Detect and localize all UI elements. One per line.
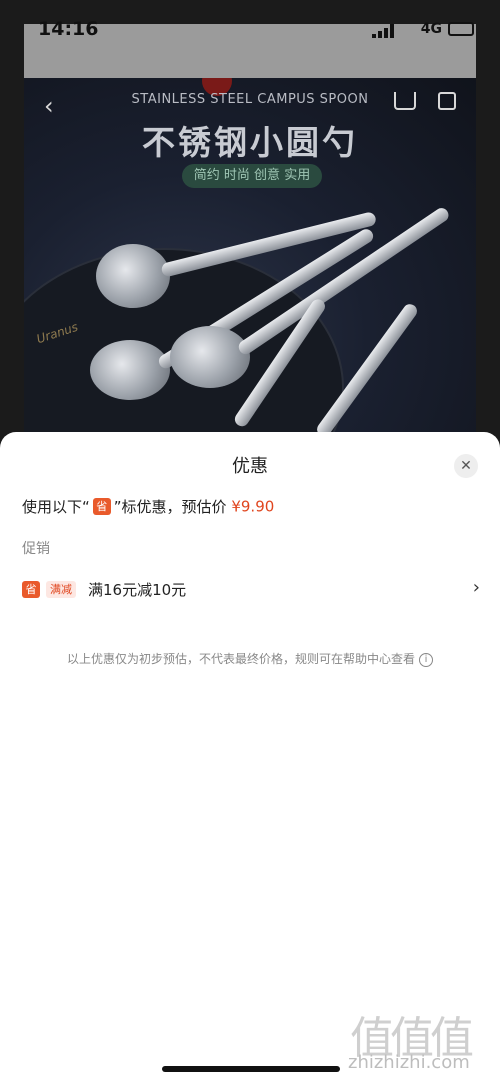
close-button[interactable]: ✕ [454,454,478,478]
back-icon[interactable]: ‹ [44,92,54,120]
promotion-section-label: 促销 [22,541,50,557]
home-indicator[interactable] [162,1066,340,1072]
estimate-prefix: 使用以下“ [22,498,90,516]
promotion-row[interactable]: 省 满减 满16元减10元 › [22,576,480,604]
disclaimer-text: 以上优惠仅为初步预估，不代表最终价格，规则可在帮助中心查看 [66,652,415,666]
cart-icon[interactable] [394,92,416,110]
discount-sheet: 优惠 ✕ 使用以下“ 省 ”标优惠，预估价 ¥9.90 促销 省 满减 满16元减1… [0,432,500,1082]
battery-icon [448,22,474,36]
chevron-right-icon[interactable]: › [473,577,480,598]
product-image: STAINLESS STEEL CAMPUS SPOON 不锈钢小圆勺 简约 时… [24,78,476,448]
estimate-suffix: ”标优惠，预估价 [113,498,227,516]
save-tag-icon: 省 [92,498,111,515]
status-time: 14:16 [38,18,99,40]
watermark-url: zhizhizhi.com [348,1052,470,1073]
estimate-price-row: 使用以下“ 省 ”标优惠，预估价 ¥9.90 [22,496,274,517]
save-tag-icon: 省 [22,581,40,598]
sheet-title: 优惠 [232,456,268,477]
product-tagline: 简约 时尚 创意 实用 [182,164,322,188]
status-bar: 14:16 4G [24,18,476,48]
info-icon[interactable]: i [419,652,433,667]
watermark: 值值值 zhizhizhi.com [346,1002,496,1078]
promotion-text: 满16元减10元 [88,581,187,599]
screen: 14:16 4G STAINLESS STEEL CAMPUS SPOON 不锈… [0,0,500,1082]
product-headline-cn: 不锈钢小圆勺 [142,123,358,162]
promotion-badge: 满减 [46,581,76,598]
network-type: 4G [420,21,442,37]
estimate-price: ¥9.90 [231,497,275,516]
share-icon[interactable] [438,92,456,110]
signal-icon [372,24,394,38]
disclaimer-row: 以上优惠仅为初步预估，不代表最终价格，规则可在帮助中心查看 i [0,650,500,667]
